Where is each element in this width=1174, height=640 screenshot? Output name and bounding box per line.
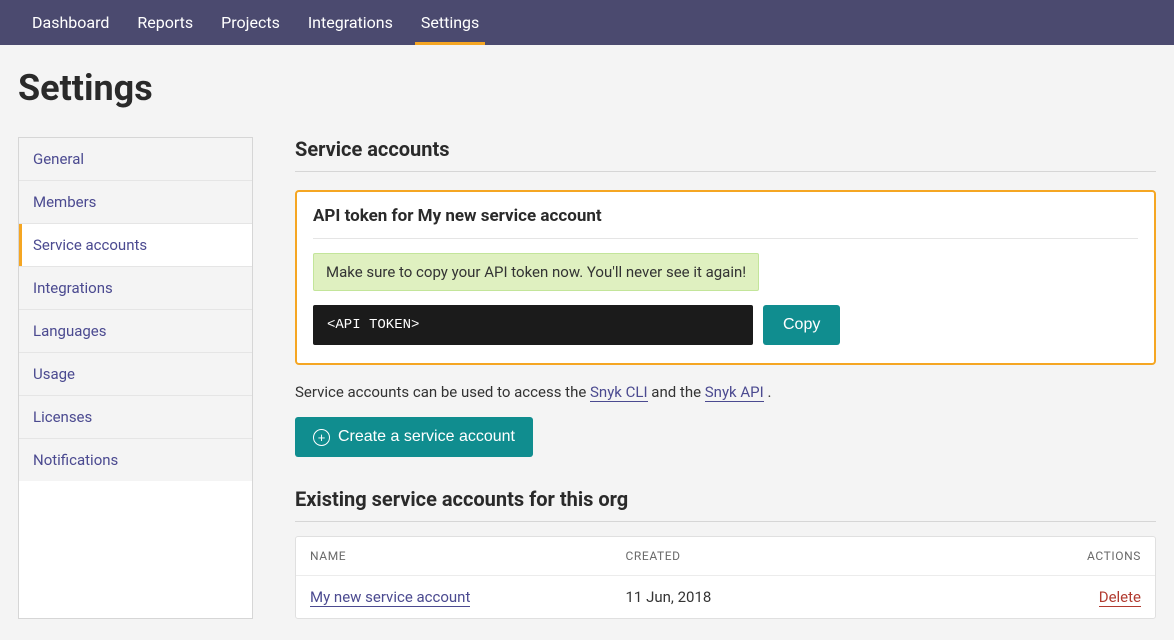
- api-token-title: API token for My new service account: [313, 206, 1138, 239]
- service-accounts-table: NAME CREATED ACTIONS My new service acco…: [295, 536, 1156, 619]
- col-header-name: NAME: [310, 549, 626, 563]
- sidebar-item-integrations[interactable]: Integrations: [19, 267, 252, 310]
- snyk-cli-link[interactable]: Snyk CLI: [590, 383, 648, 402]
- sidebar-item-notifications[interactable]: Notifications: [19, 439, 252, 481]
- existing-accounts-title: Existing service accounts for this org: [295, 487, 1156, 522]
- sidebar-item-usage[interactable]: Usage: [19, 353, 252, 396]
- plus-circle-icon: +: [313, 429, 330, 446]
- service-accounts-description: Service accounts can be used to access t…: [295, 383, 1156, 401]
- desc-text-prefix: Service accounts can be used to access t…: [295, 383, 590, 401]
- section-title: Service accounts: [295, 137, 1156, 172]
- api-token-warning: Make sure to copy your API token now. Yo…: [313, 253, 759, 291]
- service-account-name-link[interactable]: My new service account: [310, 588, 470, 607]
- page-title: Settings: [0, 45, 1174, 137]
- sidebar-item-service-accounts[interactable]: Service accounts: [19, 224, 252, 267]
- sidebar-item-members[interactable]: Members: [19, 181, 252, 224]
- copy-button[interactable]: Copy: [763, 305, 840, 345]
- desc-text-suffix: .: [767, 383, 771, 401]
- service-account-created: 11 Jun, 2018: [626, 588, 942, 606]
- sidebar-item-licenses[interactable]: Licenses: [19, 396, 252, 439]
- nav-settings[interactable]: Settings: [407, 0, 493, 45]
- sidebar-item-languages[interactable]: Languages: [19, 310, 252, 353]
- nav-dashboard[interactable]: Dashboard: [18, 0, 123, 45]
- nav-projects[interactable]: Projects: [207, 0, 294, 45]
- top-nav: Dashboard Reports Projects Integrations …: [0, 0, 1174, 45]
- settings-sidebar: General Members Service accounts Integra…: [18, 137, 253, 619]
- table-row: My new service account 11 Jun, 2018 Dele…: [296, 576, 1155, 618]
- create-service-account-button[interactable]: + Create a service account: [295, 417, 533, 457]
- delete-link[interactable]: Delete: [1099, 588, 1141, 607]
- main-content: Service accounts API token for My new se…: [295, 137, 1156, 619]
- table-header: NAME CREATED ACTIONS: [296, 537, 1155, 576]
- desc-text-mid: and the: [651, 383, 704, 401]
- col-header-created: CREATED: [626, 549, 942, 563]
- api-token-panel: API token for My new service account Mak…: [295, 190, 1156, 365]
- nav-reports[interactable]: Reports: [123, 0, 207, 45]
- snyk-api-link[interactable]: Snyk API: [705, 383, 764, 402]
- nav-integrations[interactable]: Integrations: [294, 0, 407, 45]
- api-token-value[interactable]: <API TOKEN>: [313, 305, 753, 345]
- sidebar-item-general[interactable]: General: [19, 138, 252, 181]
- col-header-actions: ACTIONS: [941, 549, 1141, 563]
- create-button-label: Create a service account: [338, 428, 515, 446]
